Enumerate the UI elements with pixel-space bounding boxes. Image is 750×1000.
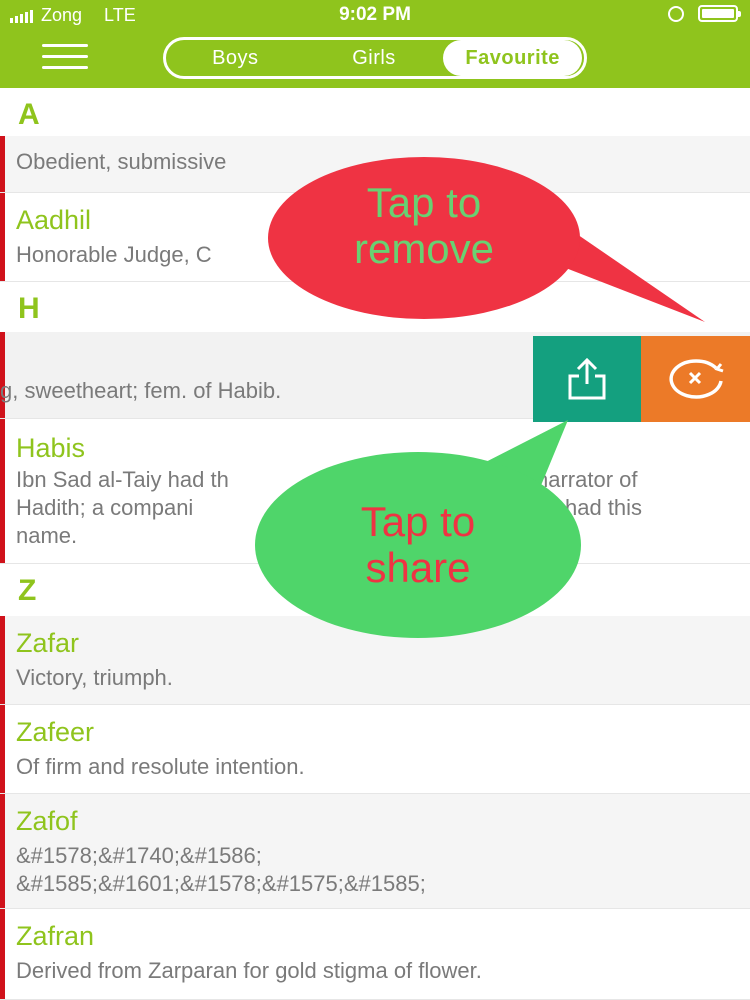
remove-callout-line1: Tap to (366, 179, 482, 226)
remove-callout-line2: remove (353, 225, 495, 272)
share-callout-text: Tap to share (255, 499, 581, 591)
remove-callout-text: Tap to remove (268, 180, 580, 272)
share-callout-line1: Tap to (360, 498, 476, 545)
share-callout-line2: share (365, 544, 471, 591)
